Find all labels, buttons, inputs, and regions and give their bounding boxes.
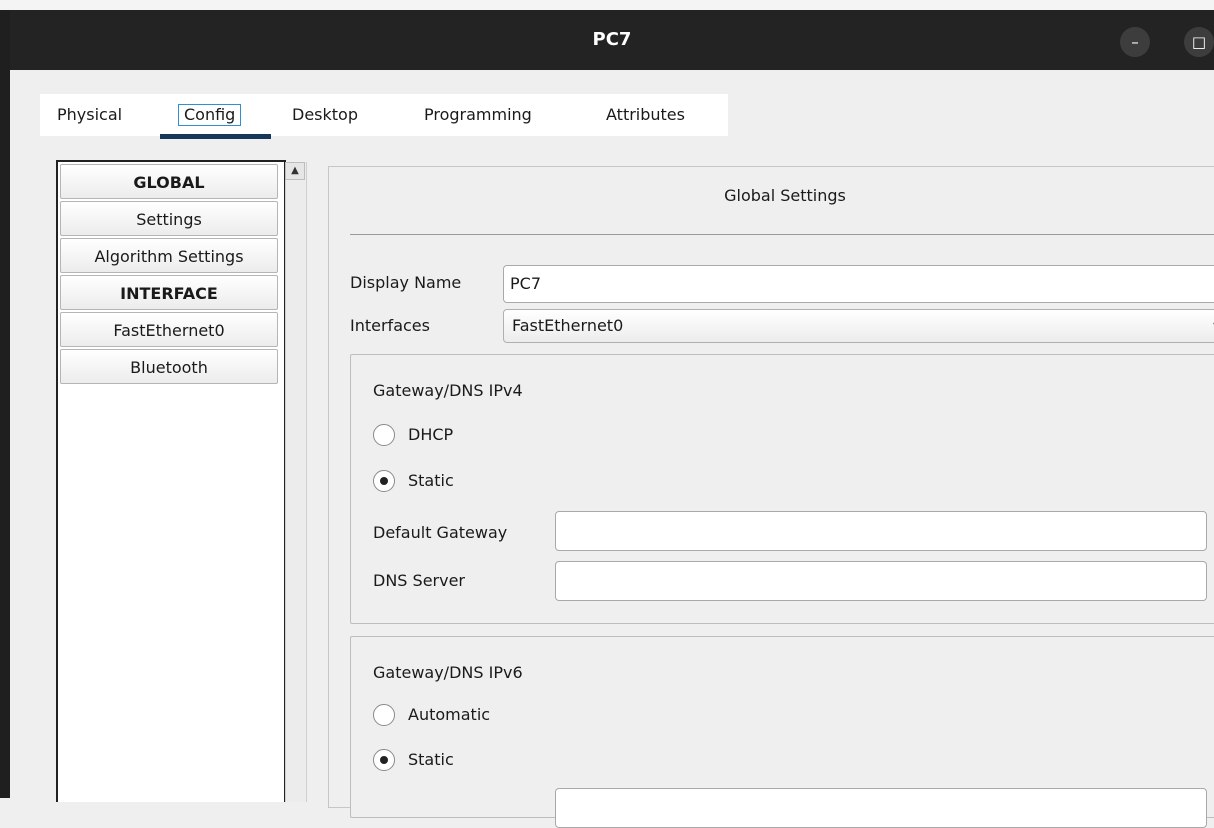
- nav-item-fastethernet0[interactable]: FastEthernet0: [60, 312, 278, 347]
- interfaces-label: Interfaces: [350, 316, 430, 335]
- nav-item-settings[interactable]: Settings: [60, 201, 278, 236]
- interfaces-select[interactable]: FastEthernet0 ▾: [503, 309, 1214, 343]
- tab-attributes[interactable]: Attributes: [606, 94, 685, 136]
- tab-desktop[interactable]: Desktop: [292, 94, 358, 136]
- ipv6-title: Gateway/DNS IPv6: [373, 663, 523, 682]
- interfaces-select-value: FastEthernet0: [512, 316, 624, 335]
- nav-item-bluetooth[interactable]: Bluetooth: [60, 349, 278, 384]
- nav-header-global: GLOBAL: [60, 164, 278, 199]
- app-window: Physical Config Desktop Programming Attr…: [10, 70, 1214, 828]
- default-gateway-field[interactable]: [555, 511, 1207, 551]
- active-tab-indicator: [160, 134, 271, 139]
- dns-server-label: DNS Server: [373, 571, 465, 590]
- maximize-button[interactable]: □: [1184, 27, 1214, 57]
- panel-title: Global Settings: [724, 186, 846, 205]
- tab-config-label: Config: [178, 104, 242, 126]
- dns-server-field[interactable]: [555, 561, 1207, 601]
- panel-divider: [350, 234, 1214, 235]
- window-title: PC7: [592, 29, 632, 50]
- config-nav: GLOBAL Settings Algorithm Settings INTER…: [56, 160, 286, 802]
- ipv6-static-label: Static: [408, 750, 454, 769]
- minimize-button[interactable]: –: [1120, 27, 1150, 57]
- radio-selected-dot: [380, 756, 388, 764]
- left-strip: [0, 10, 10, 798]
- ipv6-address-field[interactable]: [555, 788, 1207, 828]
- nav-header-interface: INTERFACE: [60, 275, 278, 310]
- display-name-label: Display Name: [350, 273, 462, 292]
- ipv6-automatic-label: Automatic: [408, 705, 491, 724]
- ipv6-automatic-radio[interactable]: [373, 704, 395, 726]
- ipv4-static-label: Static: [408, 471, 454, 490]
- top-strip: [0, 0, 1214, 10]
- ipv4-dhcp-radio[interactable]: [373, 424, 395, 446]
- tab-physical[interactable]: Physical: [57, 94, 122, 136]
- title-bar: PC7 – □: [10, 10, 1214, 70]
- ipv4-static-radio[interactable]: [373, 470, 395, 492]
- ipv6-static-radio[interactable]: [373, 749, 395, 771]
- nav-item-algorithm-settings[interactable]: Algorithm Settings: [60, 238, 278, 273]
- default-gateway-label: Default Gateway: [373, 523, 508, 542]
- ipv4-dhcp-label: DHCP: [408, 425, 454, 444]
- ipv4-title: Gateway/DNS IPv4: [373, 381, 523, 400]
- tab-config[interactable]: Config: [178, 94, 242, 136]
- display-name-field[interactable]: PC7: [503, 265, 1214, 303]
- tab-programming[interactable]: Programming: [424, 94, 532, 136]
- nav-scrollbar[interactable]: [285, 162, 307, 802]
- scroll-up-icon[interactable]: ▲: [285, 162, 305, 180]
- radio-selected-dot: [380, 477, 388, 485]
